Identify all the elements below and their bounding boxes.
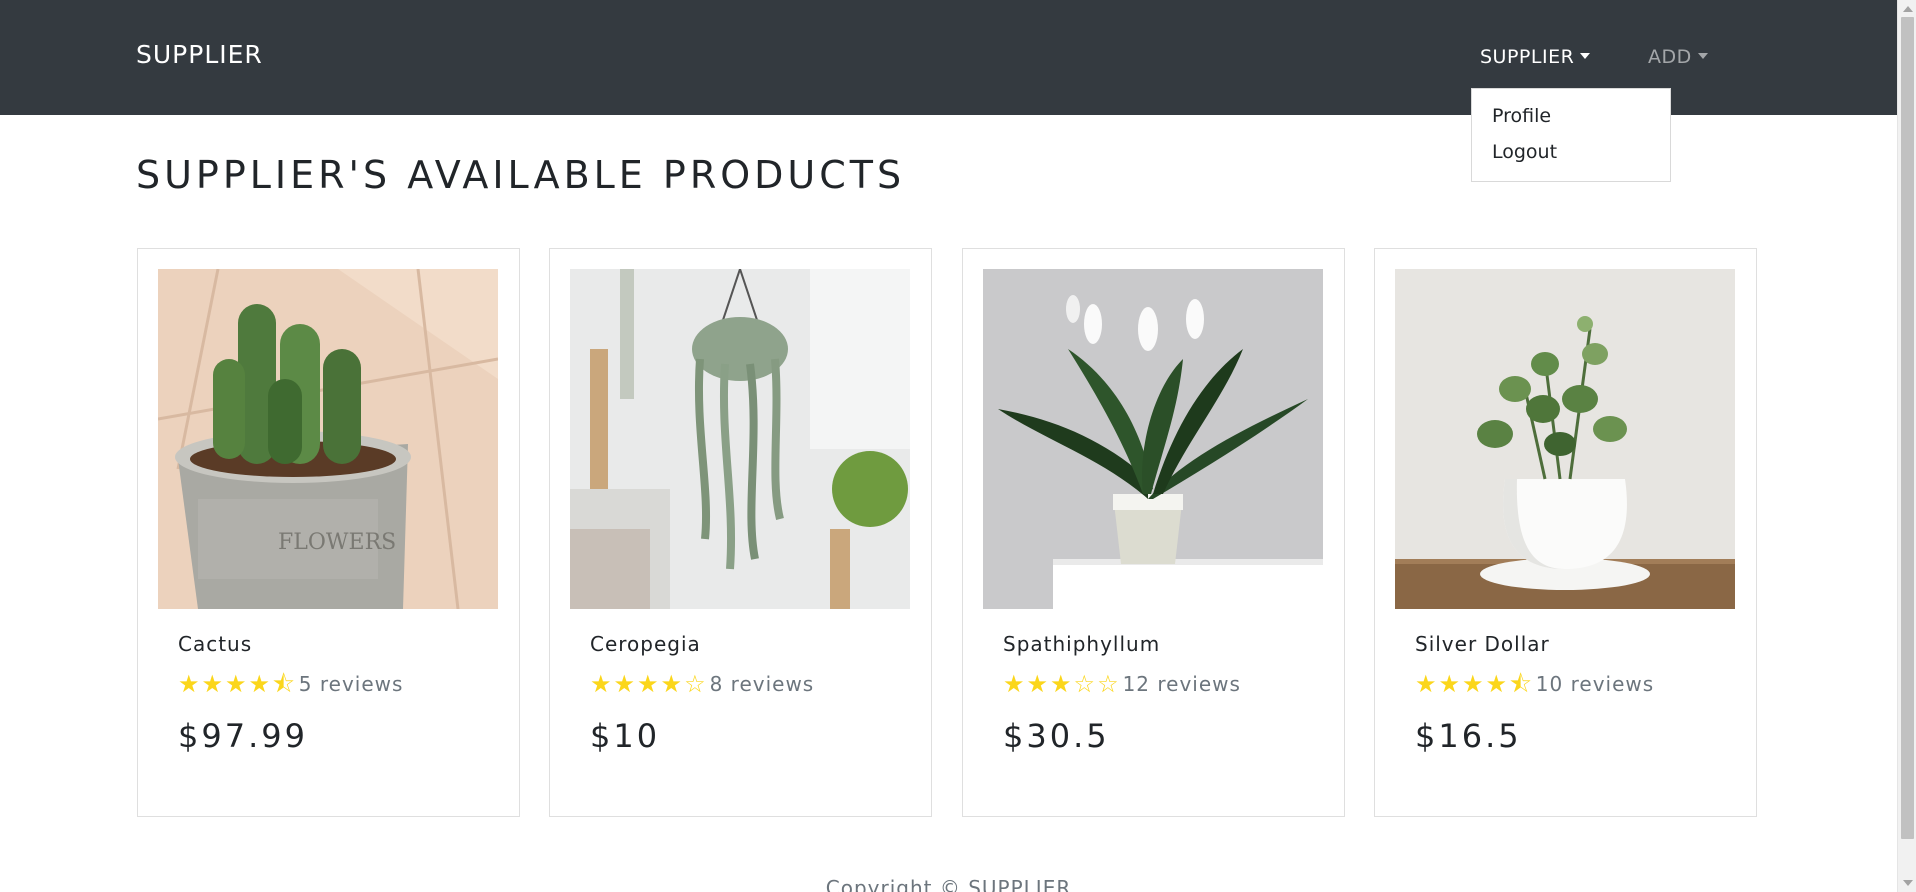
star-empty-icon: ☆: [1097, 670, 1119, 698]
star-full-icon: ★: [1050, 670, 1072, 698]
star-full-icon: ★: [637, 670, 659, 698]
star-full-icon: ★: [178, 670, 200, 698]
review-count: 5 reviews: [298, 672, 404, 696]
svg-text:FLOWERS: FLOWERS: [278, 530, 396, 555]
star-full-icon: ★: [1003, 670, 1025, 698]
product-price: $10: [590, 717, 661, 755]
product-price: $97.99: [178, 717, 308, 755]
product-name[interactable]: Ceropegia: [590, 632, 701, 656]
star-half-icon: ⯪: [1509, 670, 1532, 698]
vertical-scrollbar[interactable]: [1897, 0, 1916, 892]
star-full-icon: ★: [248, 670, 271, 698]
product-name[interactable]: Silver Dollar: [1415, 632, 1550, 656]
star-full-icon: ★: [590, 670, 612, 698]
product-rating: ★ ★ ★ ☆ ☆ 12 reviews: [1003, 671, 1241, 697]
dropdown-item-profile[interactable]: Profile: [1492, 105, 1551, 127]
nav-add-label: ADD: [1648, 46, 1692, 68]
product-card[interactable]: FLOWERS Cactus ★ ★ ★ ★ ⯪ 5 reviews $97.9…: [137, 248, 520, 817]
star-full-icon: ★: [1415, 670, 1437, 698]
product-price: $30.5: [1003, 717, 1110, 755]
scroll-up-arrow-icon[interactable]: [1903, 6, 1913, 12]
review-count: 12 reviews: [1122, 672, 1241, 696]
silver-dollar-plant-photo[interactable]: [1395, 269, 1735, 609]
star-full-icon: ★: [660, 670, 683, 698]
star-half-icon: ⯪: [272, 670, 295, 698]
star-full-icon: ★: [225, 670, 247, 698]
star-empty-icon: ☆: [1073, 670, 1096, 698]
hanging-plant-photo[interactable]: [570, 269, 910, 609]
supplier-dropdown-menu: Profile Logout: [1471, 88, 1671, 182]
peace-lily-photo[interactable]: [983, 269, 1323, 609]
star-full-icon: ★: [201, 670, 224, 698]
product-price: $16.5: [1415, 717, 1522, 755]
dropdown-item-logout[interactable]: Logout: [1492, 141, 1557, 163]
product-card[interactable]: Ceropegia ★ ★ ★ ★ ☆ 8 reviews $10: [549, 248, 932, 817]
product-card[interactable]: Silver Dollar ★ ★ ★ ★ ⯪ 10 reviews $16.5: [1374, 248, 1757, 817]
review-count: 10 reviews: [1535, 672, 1655, 696]
review-count: 8 reviews: [709, 672, 815, 696]
brand-link[interactable]: SUPPLIER: [136, 40, 263, 69]
star-full-icon: ★: [1462, 670, 1484, 698]
star-full-icon: ★: [613, 670, 636, 698]
nav-add-dropdown-toggle[interactable]: ADD: [1648, 46, 1708, 68]
nav-supplier-label: SUPPLIER: [1480, 46, 1575, 68]
product-rating: ★ ★ ★ ★ ⯪ 5 reviews: [178, 671, 403, 697]
product-card[interactable]: Spathiphyllum ★ ★ ★ ☆ ☆ 12 reviews $30.5: [962, 248, 1345, 817]
nav-supplier-dropdown-toggle[interactable]: SUPPLIER: [1480, 46, 1591, 68]
caret-down-icon: [1580, 53, 1591, 59]
footer-copyright: Copyright © SUPPLIER: [825, 876, 1072, 892]
star-empty-icon: ☆: [684, 670, 706, 698]
star-full-icon: ★: [1485, 670, 1508, 698]
scroll-down-arrow-icon[interactable]: [1903, 880, 1913, 886]
product-name[interactable]: Cactus: [178, 632, 252, 656]
star-full-icon: ★: [1438, 670, 1461, 698]
star-full-icon: ★: [1026, 670, 1049, 698]
caret-down-icon: [1697, 53, 1708, 59]
product-name[interactable]: Spathiphyllum: [1003, 632, 1160, 656]
cactus-photo[interactable]: FLOWERS: [158, 269, 498, 609]
product-rating: ★ ★ ★ ★ ⯪ 10 reviews: [1415, 671, 1654, 697]
page-title: SUPPLIER'S AVAILABLE PRODUCTS: [136, 153, 906, 197]
product-rating: ★ ★ ★ ★ ☆ 8 reviews: [590, 671, 814, 697]
page: SUPPLIER SUPPLIER ADD Profile Logout SUP…: [0, 0, 1916, 892]
scrollbar-thumb[interactable]: [1901, 17, 1914, 839]
